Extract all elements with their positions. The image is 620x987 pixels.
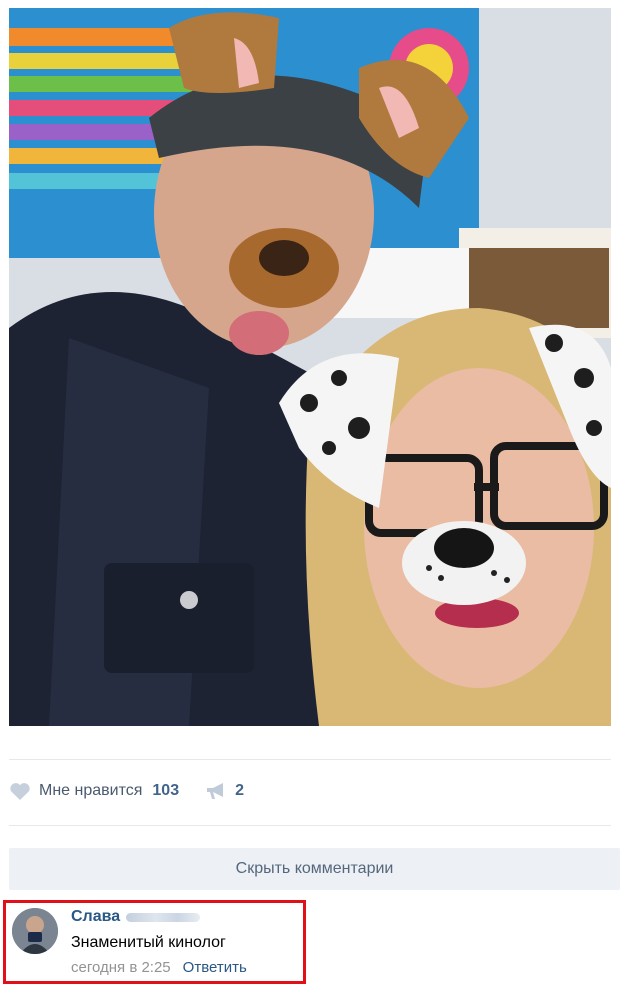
share-button[interactable]: 2 [205, 777, 244, 805]
divider-top [9, 759, 611, 760]
post-photo[interactable] [9, 8, 611, 726]
like-count[interactable]: 103 [152, 782, 179, 800]
avatar[interactable] [12, 908, 58, 954]
comment-text: Знаменитый кинолог [71, 934, 226, 951]
comment-item: Слава Знаменитый кинолог сегодня в 2:25 … [3, 900, 306, 984]
comment-author-row: Слава [71, 908, 201, 926]
comment-meta: сегодня в 2:25 Ответить [71, 959, 247, 976]
divider-bottom [9, 825, 611, 826]
comment-author[interactable]: Слава [71, 908, 120, 926]
avatar-image [12, 908, 58, 954]
reply-link[interactable]: Ответить [183, 959, 247, 976]
megaphone-icon [205, 781, 227, 801]
like-label: Мне нравится [39, 782, 143, 799]
heart-icon [9, 781, 31, 801]
share-count: 2 [235, 782, 244, 799]
blurred-surname [126, 912, 201, 922]
comment-time[interactable]: сегодня в 2:25 [71, 959, 171, 976]
photo-illustration [9, 8, 611, 726]
hide-comments-button[interactable]: Скрыть комментарии [9, 848, 620, 890]
post-actions: Мне нравится 103 2 [9, 770, 611, 812]
like-button[interactable]: Мне нравится 103 [9, 777, 179, 805]
